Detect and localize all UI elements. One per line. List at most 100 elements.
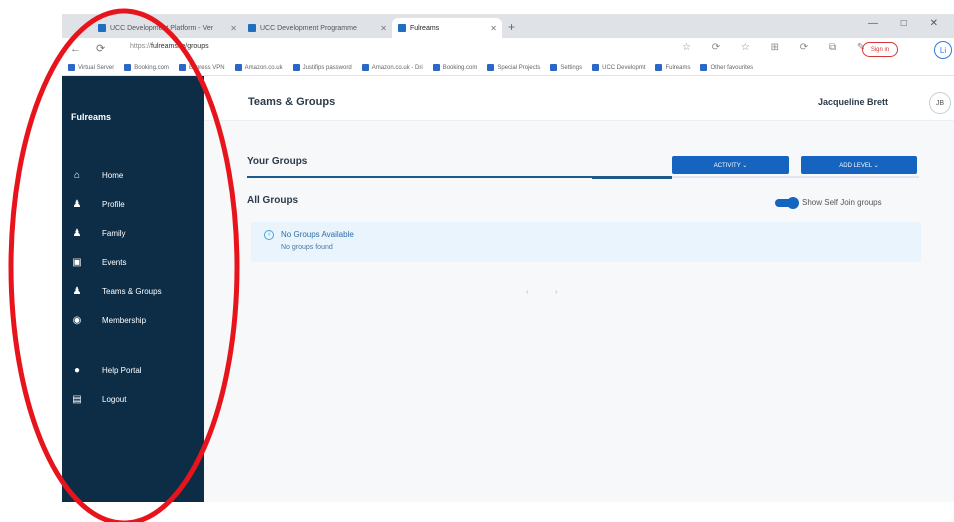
browser-tab-active[interactable]: Fulreams ✕ [392,18,502,38]
bookmark-item[interactable]: Booking.com [124,64,169,71]
sidebar-item-events[interactable]: ▣ Events [62,252,204,272]
bookmark-item[interactable]: Virtual Server [68,64,114,71]
bookmark-favicon-icon [432,64,440,71]
bookmark-label: Virtual Server [78,64,115,71]
bookmark-favicon-icon [487,64,495,71]
bookmark-label: Settings [560,64,583,71]
toggle-knob [787,197,799,209]
sidebar-item-label: Membership [102,315,147,325]
browser-tab-3-label: Fulreams [410,24,440,32]
bookmark-favicon-icon [178,64,186,71]
url-domain: fulreams.ie/groups [151,43,209,50]
sidebar-item-label: Logout [102,394,127,404]
browser-tab-strip: UCC Development Platform - Ver ✕ UCC Dev… [62,14,954,38]
bookmark-item[interactable]: Settings [550,64,582,71]
browser-address-bar: ← ⟳ https://fulreams.ie/groups ☆ ⟳ ☆ ⊞ ⟳… [62,38,954,61]
bookmark-favicon-icon [234,64,242,71]
home-icon: ⌂ [73,169,81,181]
bookmark-label: Fulreams [665,64,691,71]
user-name[interactable]: Jacqueline Brett [818,97,888,107]
sidebar-item-label: Home [102,170,124,180]
add-level-button[interactable]: ADD LEVEL ⌄ [801,156,917,174]
tab-indicator-active [592,176,672,179]
bookmark-favicon-icon [292,64,300,71]
bookmark-label: Booking.com [134,64,169,71]
sidebar-item-profile[interactable]: ♟ Profile [62,194,204,214]
tab-indicator [247,176,592,178]
bookmark-favicon-icon [124,64,132,71]
bookmark-item[interactable]: Express VPN [178,64,225,71]
sidebar-item-label: Help Portal [102,365,142,375]
group-icon: ♟ [72,285,82,297]
tab-favicon-icon [248,24,256,32]
bookmark-item[interactable]: Amazon.co.uk - Dri [361,64,423,71]
tab-favicon-icon [98,24,106,32]
browser-profile-avatar[interactable]: Li [934,41,952,59]
your-groups-heading: Your Groups [247,156,308,167]
avatar[interactable]: JB [929,92,951,114]
bookmark-item[interactable]: Justifips password [292,64,352,71]
empty-state-subtitle: No groups found [281,244,333,251]
sidebar-item-label: Family [102,228,126,238]
bookmark-favicon-icon [550,64,558,71]
window-controls[interactable]: — □ ✕ [868,18,948,29]
bookmark-label: Other favourites [710,64,754,71]
bookmark-item[interactable]: Booking.com [432,64,478,71]
bookmark-item[interactable]: Amazon.co.uk [234,64,283,71]
all-groups-heading: All Groups [247,195,299,206]
bookmark-label: Express VPN [188,64,225,71]
self-join-toggle-label: Show Self Join groups [802,198,882,207]
sidebar-item-label: Events [102,257,127,267]
self-join-toggle[interactable] [775,197,799,209]
sidebar: Fulreams ⌂ Home ♟ Profile ♟ Family ▣ Eve… [62,76,204,502]
sidebar-item-home[interactable]: ⌂ Home [62,165,204,185]
bookmark-label: Justifips password [302,64,352,71]
bookmark-item[interactable]: Other favourites [700,64,753,71]
activity-button[interactable]: ACTIVITY ⌄ [672,156,789,174]
person-icon: ♟ [72,198,82,210]
back-reload-icon[interactable]: ← ⟳ [70,42,111,55]
close-tab-icon[interactable]: ✕ [490,24,497,33]
bookmark-item[interactable]: Special Projects [487,64,540,71]
browser-sign-in-button[interactable]: Sign in [862,42,898,57]
sidebar-item-family[interactable]: ♟ Family [62,223,204,243]
sidebar-item-membership[interactable]: ◉ Membership [62,310,204,330]
bookmark-label: Booking.com [442,64,478,71]
browser-tab-2[interactable]: UCC Development Programme ✕ [242,18,392,38]
shield-icon: ◉ [72,314,82,326]
logout-icon: ▤ [72,393,82,405]
bookmark-favicon-icon [700,64,708,71]
sidebar-item-help-portal[interactable]: ● Help Portal [62,360,204,380]
empty-state-title: No Groups Available [281,230,354,239]
browser-tab-1-label: UCC Development Platform - Ver [110,24,214,32]
help-icon: ● [73,364,81,376]
calendar-icon: ▣ [72,256,82,268]
bookmark-favicon-icon [68,64,75,71]
bookmark-label: Amazon.co.uk - Dri [371,64,423,71]
page-title: Teams & Groups [248,96,336,108]
new-tab-button[interactable]: + [508,20,515,34]
sidebar-item-logout[interactable]: ▤ Logout [62,389,204,409]
tab-favicon-icon [398,24,406,32]
bookmark-favicon-icon [361,64,369,71]
sidebar-item-teams-groups[interactable]: ♟ Teams & Groups [62,281,204,301]
bookmark-item[interactable]: UCC Developmt [592,64,645,71]
bookmarks-bar: Virtual Server Booking.com Express VPN Amaz… [62,60,954,76]
family-icon: ♟ [72,227,82,239]
pagination[interactable]: ‹ › [526,287,570,296]
sidebar-item-label: Profile [102,199,125,209]
browser-tab-2-label: UCC Development Programme [260,24,357,32]
main-content: Teams & Groups Jacqueline Brett JB Your … [204,76,954,502]
browser-tab-1[interactable]: UCC Development Platform - Ver ✕ [92,18,242,38]
close-tab-icon[interactable]: ✕ [380,24,387,33]
bookmark-favicon-icon [592,64,600,71]
empty-state-card: i No Groups Available No groups found [251,222,921,262]
top-bar: Teams & Groups Jacqueline Brett JB [204,76,954,121]
bookmark-favicon-icon [655,64,663,71]
browser-screen: UCC Development Platform - Ver ✕ UCC Dev… [62,14,954,502]
url-field[interactable]: https://fulreams.ie/groups [130,43,209,50]
bookmark-label: Amazon.co.uk [244,64,283,71]
extensions-toolbar-icon[interactable]: ☆ ⟳ ☆ ⊞ ⟳ ⧉ ✎ [682,42,874,53]
close-tab-icon[interactable]: ✕ [230,24,237,33]
bookmark-item[interactable]: Fulreams [655,64,690,71]
